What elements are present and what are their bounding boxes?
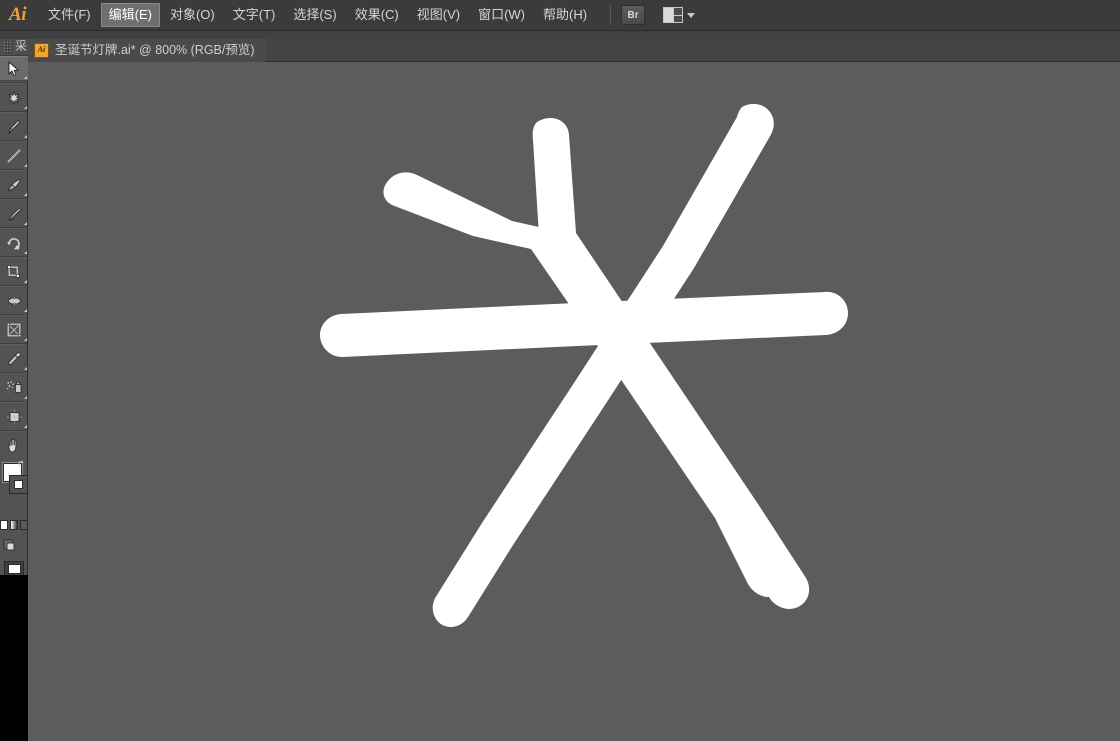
cursor-arrow-icon <box>8 61 19 76</box>
artwork-snowflake[interactable] <box>28 62 1120 741</box>
tool-group-indicator <box>24 396 27 399</box>
gradient-button[interactable] <box>10 520 18 530</box>
blob-brush-icon <box>8 207 21 221</box>
menu-bar: Ai 文件(F) 编辑(E) 对象(O) 文字(T) 选择(S) 效果(C) 视… <box>0 0 1120 31</box>
symbol-sprayer-tool[interactable] <box>0 375 28 400</box>
toolbar-separator <box>0 314 27 316</box>
tool-group-indicator <box>24 280 27 283</box>
draw-mode-row[interactable] <box>0 533 28 557</box>
hand-tool[interactable] <box>0 433 28 458</box>
menu-object[interactable]: 对象(O) <box>162 3 223 27</box>
stroke-swatch[interactable] <box>9 475 28 494</box>
tool-group-indicator <box>24 222 27 225</box>
tool-group-indicator <box>24 367 27 370</box>
rotate-arrow-icon <box>7 237 20 250</box>
symbol-sprayer-icon <box>6 381 21 393</box>
toolbar-separator <box>0 430 27 432</box>
document-tab-title: 圣诞节灯牌.ai* @ 800% (RGB/预览) <box>55 43 255 57</box>
toolbar-gripper-label: 采 <box>14 39 27 53</box>
toolbar-separator <box>0 401 27 403</box>
tool-group-indicator <box>24 338 27 341</box>
menu-edit[interactable]: 编辑(E) <box>100 3 160 27</box>
selection-tool[interactable] <box>0 56 28 81</box>
ai-document-icon: Ai <box>34 42 49 58</box>
color-button[interactable] <box>0 520 8 530</box>
chevron-down-icon <box>687 12 696 18</box>
hand-icon <box>7 438 17 453</box>
fill-stroke-control[interactable] <box>0 460 28 517</box>
eyedropper-tool[interactable] <box>0 346 28 371</box>
paintbrush-icon <box>7 178 21 191</box>
free-transform-tool[interactable] <box>0 317 28 342</box>
tool-group-indicator <box>24 135 27 138</box>
arrange-documents-button[interactable] <box>663 7 696 23</box>
document-tab[interactable]: Ai 圣诞节灯牌.ai* @ 800% (RGB/预览) <box>28 38 265 62</box>
toolbar-gripper[interactable]: 采 <box>0 39 28 56</box>
tool-group-indicator <box>24 251 27 254</box>
tool-group-indicator <box>24 425 27 428</box>
line-segment-tool[interactable] <box>0 143 28 168</box>
document-canvas[interactable] <box>28 62 1120 741</box>
menu-item-list: 文件(F) 编辑(E) 对象(O) 文字(T) 选择(S) 效果(C) 视图(V… <box>39 0 596 31</box>
paintbrush-tool[interactable] <box>0 172 28 197</box>
magic-wand-tool[interactable] <box>0 85 28 110</box>
magic-wand-icon <box>7 90 21 105</box>
bridge-button[interactable]: Br <box>621 5 646 25</box>
menu-select[interactable]: 选择(S) <box>285 3 344 27</box>
scale-tool[interactable] <box>0 259 28 284</box>
menubar-divider <box>610 5 612 25</box>
tool-group-indicator <box>24 164 27 167</box>
menu-type[interactable]: 文字(T) <box>225 3 284 27</box>
draw-normal-icon <box>3 539 15 551</box>
tool-group-indicator <box>24 193 27 196</box>
toolbar-separator <box>0 169 27 171</box>
menu-window[interactable]: 窗口(W) <box>470 3 533 27</box>
none-button[interactable] <box>20 520 28 530</box>
toolbar-separator <box>0 82 27 84</box>
app-logo-icon: Ai <box>9 4 26 25</box>
tools-panel: 采 <box>0 39 28 599</box>
line-diagonal-icon <box>7 149 21 162</box>
toolbar-separator <box>0 256 27 258</box>
rotate-tool[interactable] <box>0 230 28 255</box>
toolbar-separator <box>0 285 27 287</box>
eyedropper-icon <box>8 351 21 365</box>
tool-group-indicator <box>24 106 27 109</box>
pen-nib-icon <box>8 119 20 133</box>
pen-tool[interactable] <box>0 114 28 139</box>
scale-box-icon <box>7 264 20 278</box>
free-transform-icon <box>6 322 22 337</box>
color-mode-row <box>0 517 28 533</box>
swap-fill-stroke-icon[interactable] <box>18 460 27 469</box>
toolbar-separator <box>0 372 27 374</box>
width-shape-icon <box>7 296 21 305</box>
toolbar-separator <box>0 111 27 113</box>
menu-file[interactable]: 文件(F) <box>40 3 99 27</box>
toolbar-separator <box>0 140 27 142</box>
width-tool[interactable] <box>0 288 28 313</box>
menu-help[interactable]: 帮助(H) <box>535 3 595 27</box>
tool-group-indicator <box>24 309 27 312</box>
tool-group-indicator <box>24 76 27 79</box>
artboard-icon <box>6 409 22 424</box>
document-tab-strip: Ai 圣诞节灯牌.ai* @ 800% (RGB/预览) <box>28 38 1120 62</box>
blob-brush-tool[interactable] <box>0 201 28 226</box>
menu-view[interactable]: 视图(V) <box>409 3 468 27</box>
artwork-stroke-4[interactable] <box>432 103 774 628</box>
toolbar-separator <box>0 227 27 229</box>
menu-effect[interactable]: 效果(C) <box>347 3 407 27</box>
toolbar-lower-background <box>0 575 28 741</box>
toolbar-separator <box>0 343 27 345</box>
arrange-grid-icon <box>663 7 684 23</box>
artboard-tool[interactable] <box>0 404 28 429</box>
toolbar-separator <box>0 198 27 200</box>
gripper-dots-icon <box>3 41 12 54</box>
illustrator-window: Ai 文件(F) 编辑(E) 对象(O) 文字(T) 选择(S) 效果(C) 视… <box>0 0 1120 741</box>
